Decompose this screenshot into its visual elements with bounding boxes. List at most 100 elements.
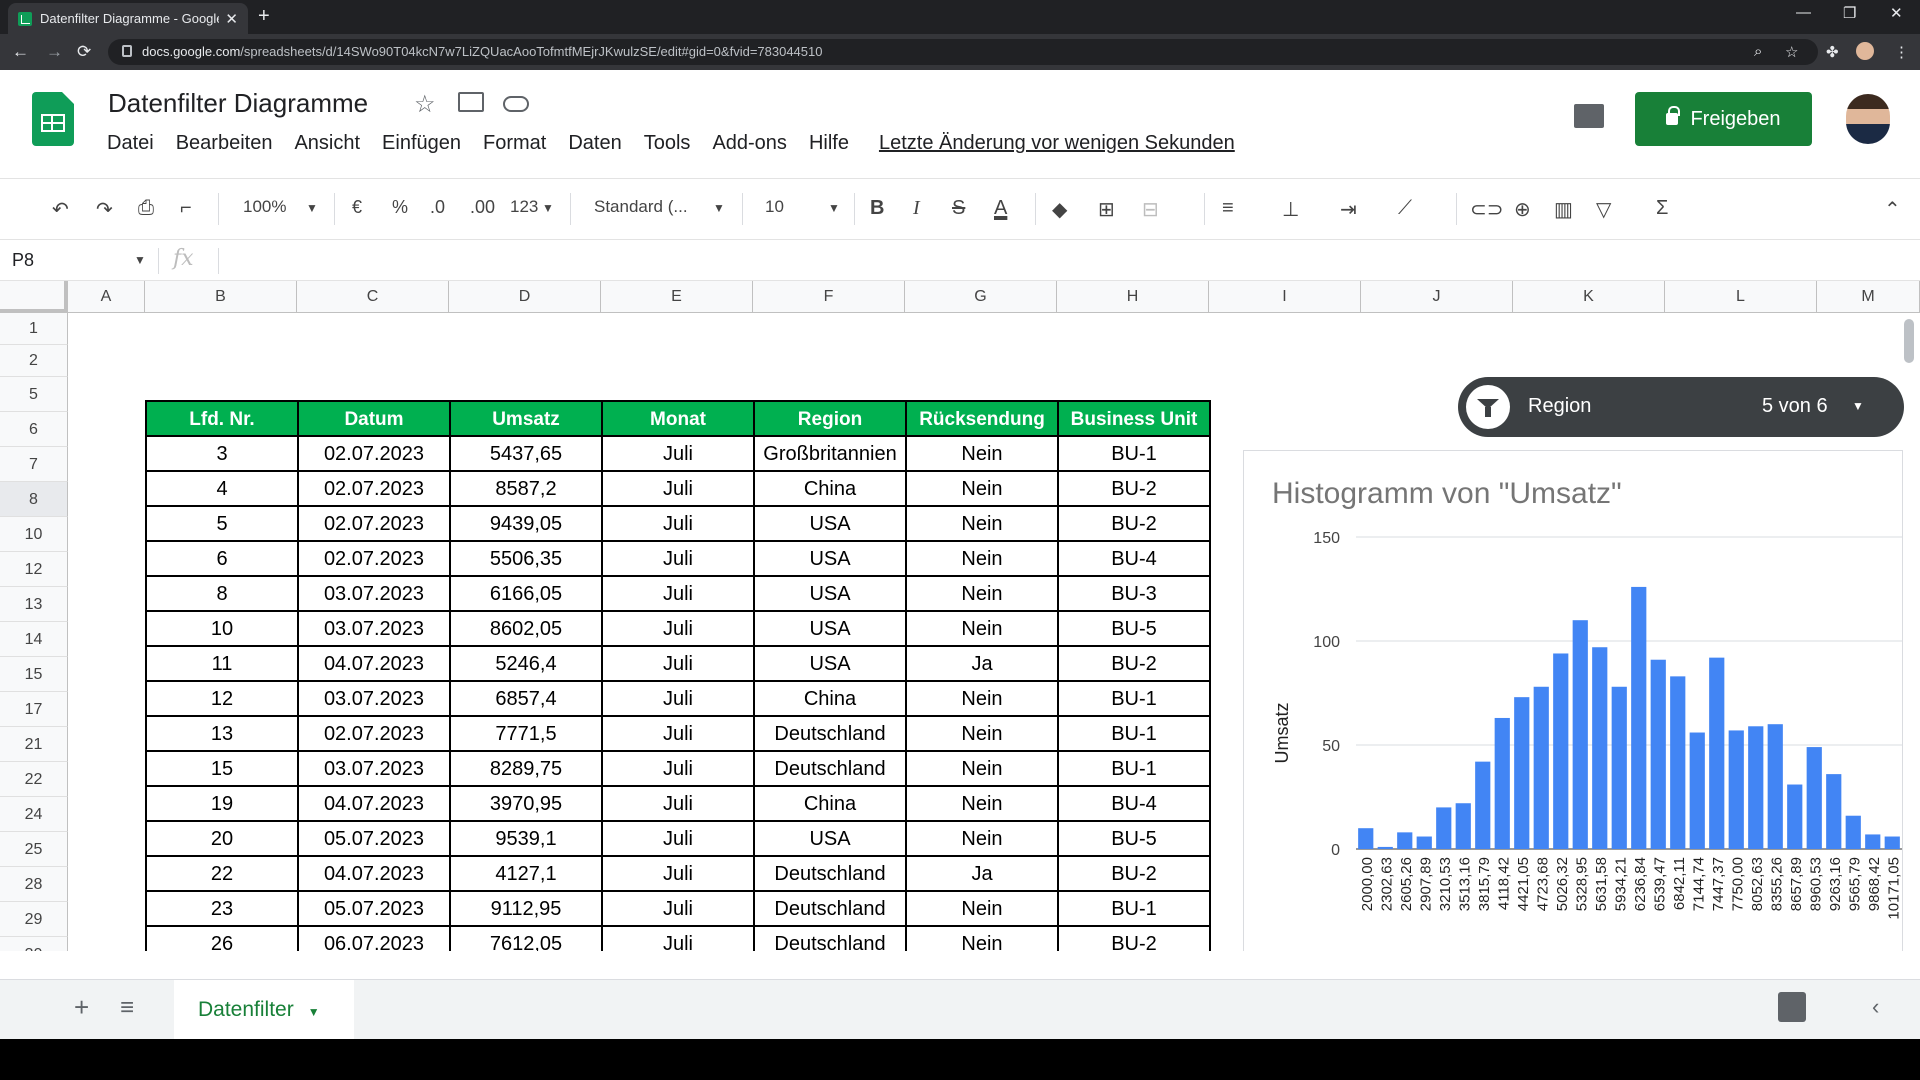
table-cell[interactable]: 8 xyxy=(145,575,299,612)
menu-einfuegen[interactable]: Einfügen xyxy=(382,132,461,155)
table-cell[interactable]: 22 xyxy=(145,855,299,892)
font-size-select[interactable]: 10 xyxy=(765,197,784,217)
forward-icon[interactable]: → xyxy=(46,42,63,62)
table-cell[interactable]: USA xyxy=(753,645,907,682)
region-slicer[interactable]: Region 5 von 6 ▼ xyxy=(1458,377,1904,437)
column-header[interactable]: G xyxy=(905,281,1057,313)
chart-icon[interactable]: ▥ xyxy=(1554,197,1573,222)
chevron-down-icon[interactable]: ▼ xyxy=(306,201,318,215)
row-header[interactable]: 21 xyxy=(0,727,68,762)
comments-icon[interactable] xyxy=(1574,104,1604,128)
select-all-corner[interactable] xyxy=(0,281,68,313)
comment-insert-icon[interactable]: ⊕ xyxy=(1514,197,1531,222)
row-header[interactable]: 14 xyxy=(0,622,68,657)
table-cell[interactable]: BU-2 xyxy=(1057,470,1211,507)
table-cell[interactable]: BU-1 xyxy=(1057,715,1211,752)
table-cell[interactable]: Deutschland xyxy=(753,925,907,951)
chevron-down-icon[interactable]: ▼ xyxy=(1852,399,1864,413)
table-cell[interactable]: Nein xyxy=(905,470,1059,507)
table-cell[interactable]: 20 xyxy=(145,820,299,857)
table-cell[interactable]: 7771,5 xyxy=(449,715,603,752)
name-box[interactable]: P8 xyxy=(12,250,34,271)
table-cell[interactable]: USA xyxy=(753,505,907,542)
table-cell[interactable]: Deutschland xyxy=(753,855,907,892)
table-cell[interactable]: Deutschland xyxy=(753,890,907,927)
table-cell[interactable]: 8289,75 xyxy=(449,750,603,787)
table-cell[interactable]: 26 xyxy=(145,925,299,951)
row-header[interactable]: 22 xyxy=(0,762,68,797)
table-cell[interactable]: 04.07.2023 xyxy=(297,855,451,892)
column-header[interactable]: M xyxy=(1817,281,1920,313)
merge-cells-icon[interactable]: ⊟ xyxy=(1142,197,1159,222)
cloud-status-icon[interactable] xyxy=(503,96,529,112)
valign-icon[interactable]: ⊥ xyxy=(1282,197,1299,222)
align-icon[interactable]: ≡ xyxy=(1222,197,1234,220)
chevron-down-icon[interactable]: ▼ xyxy=(542,201,554,215)
table-cell[interactable]: 3 xyxy=(145,435,299,472)
table-cell[interactable]: Nein xyxy=(905,785,1059,822)
histogram-chart[interactable]: Histogramm von "Umsatz" 0 50 100 150 2000,00… xyxy=(1243,450,1903,951)
bold-icon[interactable]: B xyxy=(870,197,884,220)
table-cell[interactable]: 02.07.2023 xyxy=(297,715,451,752)
table-cell[interactable]: Nein xyxy=(905,540,1059,577)
table-cell[interactable]: USA xyxy=(753,820,907,857)
menu-ansicht[interactable]: Ansicht xyxy=(294,132,360,155)
zoom-select[interactable]: 100% xyxy=(243,197,286,217)
table-header-cell[interactable]: Rücksendung xyxy=(905,400,1059,437)
column-header[interactable]: A xyxy=(68,281,145,313)
document-title[interactable]: Datenfilter Diagramme xyxy=(108,88,368,119)
table-cell[interactable]: Deutschland xyxy=(753,715,907,752)
italic-icon[interactable]: I xyxy=(913,197,920,220)
filter-icon[interactable]: ▽ xyxy=(1596,197,1611,222)
table-cell[interactable]: BU-2 xyxy=(1057,925,1211,951)
table-cell[interactable]: 03.07.2023 xyxy=(297,750,451,787)
bookmark-star-icon[interactable]: ☆ xyxy=(1785,43,1798,61)
table-cell[interactable]: 12 xyxy=(145,680,299,717)
formula-input[interactable] xyxy=(218,248,219,274)
table-cell[interactable]: 04.07.2023 xyxy=(297,785,451,822)
sheet-tab[interactable]: Datenfilter ▼ xyxy=(174,980,354,1040)
row-header[interactable]: 8 xyxy=(0,482,68,517)
menu-daten[interactable]: Daten xyxy=(568,132,621,155)
table-cell[interactable]: 11 xyxy=(145,645,299,682)
table-cell[interactable]: Nein xyxy=(905,890,1059,927)
menu-bearbeiten[interactable]: Bearbeiten xyxy=(176,132,273,155)
table-cell[interactable]: 9539,1 xyxy=(449,820,603,857)
row-header[interactable]: 10 xyxy=(0,517,68,552)
table-cell[interactable]: Nein xyxy=(905,680,1059,717)
minimize-icon[interactable]: — xyxy=(1796,4,1811,21)
table-cell[interactable]: Juli xyxy=(601,540,755,577)
column-header[interactable]: C xyxy=(297,281,449,313)
table-cell[interactable]: 15 xyxy=(145,750,299,787)
table-cell[interactable]: Nein xyxy=(905,715,1059,752)
sheets-logo-icon[interactable] xyxy=(32,92,74,146)
link-icon[interactable]: ⊂⊃ xyxy=(1470,197,1504,222)
row-header[interactable]: 12 xyxy=(0,552,68,587)
chevron-down-icon[interactable]: ▼ xyxy=(713,201,725,215)
add-sheet-icon[interactable]: + xyxy=(74,992,89,1023)
table-cell[interactable]: 5 xyxy=(145,505,299,542)
move-folder-icon[interactable] xyxy=(458,92,484,112)
table-cell[interactable]: 02.07.2023 xyxy=(297,540,451,577)
vertical-scrollbar[interactable] xyxy=(1904,319,1914,363)
column-header[interactable]: B xyxy=(145,281,297,313)
row-header[interactable]: 17 xyxy=(0,692,68,727)
table-cell[interactable]: BU-1 xyxy=(1057,435,1211,472)
table-cell[interactable]: 05.07.2023 xyxy=(297,820,451,857)
collapse-side-panel-icon[interactable]: ‹ xyxy=(1872,994,1879,1020)
more-formats-button[interactable]: 123 xyxy=(510,197,538,217)
percent-button[interactable]: % xyxy=(392,197,408,218)
menu-tools[interactable]: Tools xyxy=(644,132,691,155)
table-cell[interactable]: 9112,95 xyxy=(449,890,603,927)
table-cell[interactable]: China xyxy=(753,785,907,822)
table-cell[interactable]: Nein xyxy=(905,820,1059,857)
table-cell[interactable]: BU-4 xyxy=(1057,540,1211,577)
table-cell[interactable]: 19 xyxy=(145,785,299,822)
table-cell[interactable]: Juli xyxy=(601,925,755,951)
back-icon[interactable]: ← xyxy=(12,42,29,62)
column-header[interactable]: E xyxy=(601,281,753,313)
table-cell[interactable]: 5437,65 xyxy=(449,435,603,472)
table-header-cell[interactable]: Region xyxy=(753,400,907,437)
table-cell[interactable]: 03.07.2023 xyxy=(297,575,451,612)
close-window-icon[interactable]: ✕ xyxy=(1890,4,1903,22)
